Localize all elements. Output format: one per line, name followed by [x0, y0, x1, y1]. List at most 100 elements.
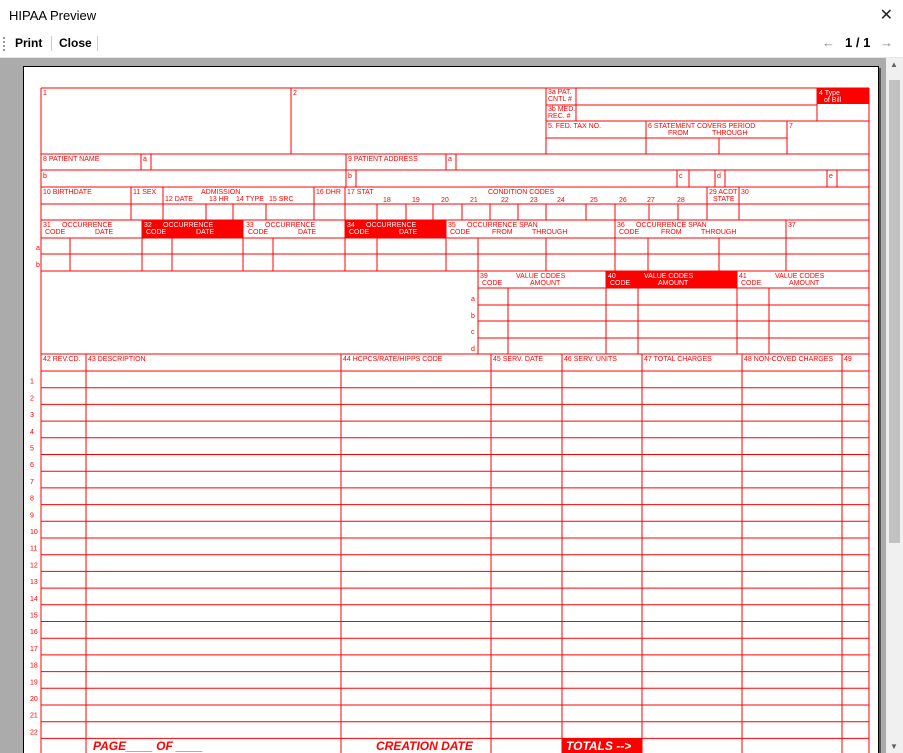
- condition-code-number: 19: [412, 197, 420, 204]
- condition-code-number: 20: [441, 197, 449, 204]
- form-label: 32: [144, 222, 152, 229]
- form-label: b: [348, 173, 352, 180]
- service-line-row-number: 1: [30, 379, 34, 386]
- value-code-row-letter: d: [471, 346, 475, 353]
- form-label: 10 BIRTHDATE: [43, 189, 92, 196]
- service-line-row-number: 3: [30, 412, 34, 419]
- close-button[interactable]: Close: [59, 36, 92, 50]
- service-line-row-number: 19: [30, 679, 38, 686]
- service-line-row-number: 10: [30, 529, 38, 536]
- service-line-header: 43 DESCRIPTION: [88, 356, 146, 363]
- form-label: STATE: [713, 196, 735, 203]
- service-line-row-number: 7: [30, 479, 34, 486]
- scroll-up-icon[interactable]: ▲: [890, 60, 898, 69]
- form-label: DATE: [298, 229, 316, 236]
- form-label: CODE: [450, 229, 471, 236]
- form-label: OCCURRENCE: [366, 222, 417, 229]
- condition-code-number: 18: [383, 197, 391, 204]
- form-label: 3b MED.: [548, 106, 575, 113]
- service-line-row-number: 22: [30, 729, 38, 736]
- ub04-form-page: 1 2 3a PAT. CNTL #3b MED. REC. #4 Type of Bil…: [23, 66, 879, 753]
- form-label: VALUE CODES: [775, 273, 825, 280]
- form-label: 15 SRC: [269, 196, 294, 203]
- form-label: 36: [617, 222, 625, 229]
- vertical-scrollbar[interactable]: ▲ ▼: [886, 58, 903, 753]
- scrollbar-thumb[interactable]: [889, 80, 900, 543]
- form-label: 39: [480, 273, 488, 280]
- form-label: 2: [293, 90, 297, 97]
- close-icon[interactable]: ✕: [880, 5, 893, 25]
- next-page-button[interactable]: →: [880, 35, 893, 50]
- form-label: VALUE CODES: [516, 273, 566, 280]
- service-line-header: 47 TOTAL CHARGES: [644, 356, 712, 363]
- toolbar-grip[interactable]: [3, 37, 5, 51]
- form-label: d: [717, 173, 721, 180]
- form-label: CODE: [610, 280, 631, 287]
- form-label: 41: [739, 273, 747, 280]
- form-label: CODE: [619, 229, 640, 236]
- form-label: AMOUNT: [658, 280, 689, 287]
- form-label: 3a PAT.: [548, 89, 572, 96]
- window-title-bar: HIPAA Preview ✕: [0, 0, 903, 31]
- service-line-row-number: 5: [30, 446, 34, 453]
- form-label: CODE: [482, 280, 503, 287]
- service-line-row-number: 18: [30, 663, 38, 670]
- form-label: 8 PATIENT NAME: [43, 156, 100, 163]
- form-label: FROM: [661, 229, 682, 236]
- service-line-header: 46 SERV. UNITS: [564, 356, 617, 363]
- form-label: 30: [741, 189, 749, 196]
- form-label: CODE: [45, 229, 66, 236]
- form-label: DATE: [196, 229, 214, 236]
- totals-label: TOTALS -->: [566, 739, 631, 753]
- condition-code-number: 23: [530, 197, 538, 204]
- condition-code-number: 25: [590, 197, 598, 204]
- preview-viewport[interactable]: 1 2 3a PAT. CNTL #3b MED. REC. #4 Type of Bil…: [0, 58, 886, 753]
- service-line-row-number: 13: [30, 579, 38, 586]
- form-label: CONDITION CODES: [488, 189, 554, 196]
- service-line-header: 44 HCPCS/RATE/HIPPS CODE: [343, 356, 443, 363]
- service-line-row-number: 2: [30, 395, 34, 402]
- form-label: a: [36, 245, 40, 252]
- form-label: REC. #: [548, 113, 571, 120]
- toolbar-separator: [97, 36, 98, 51]
- condition-code-number: 24: [557, 197, 565, 204]
- toolbar-separator: [51, 36, 52, 51]
- form-label: 17 STAT: [347, 189, 374, 196]
- page-of-label: PAGE____ OF ____: [93, 739, 203, 753]
- service-line-header: 45 SERV. DATE: [493, 356, 543, 363]
- condition-code-number: 22: [501, 197, 509, 204]
- form-label: 4 Type: [819, 90, 840, 97]
- form-label: VALUE CODES: [644, 273, 694, 280]
- service-line-row-number: 8: [30, 496, 34, 503]
- service-line-row-number: 15: [30, 613, 38, 620]
- service-line-row-number: 17: [30, 646, 38, 653]
- form-label: OCCURRENCE: [163, 222, 214, 229]
- form-label: 16 DHR: [316, 189, 341, 196]
- form-label: 14 TYPE: [236, 196, 264, 203]
- print-button[interactable]: Print: [15, 36, 42, 50]
- condition-code-number: 27: [647, 197, 655, 204]
- form-label: a: [143, 156, 147, 163]
- form-label: FROM: [668, 130, 689, 137]
- form-label: OCCURRENCE: [62, 222, 113, 229]
- form-label: AMOUNT: [789, 280, 820, 287]
- previous-page-button[interactable]: ←: [822, 35, 835, 50]
- form-label: 31: [43, 222, 51, 229]
- condition-code-number: 26: [619, 197, 627, 204]
- creation-date-label: CREATION DATE: [376, 739, 474, 753]
- form-label: 29 ACDT: [709, 189, 738, 196]
- service-line-row-number: 20: [30, 696, 38, 703]
- form-label: e: [829, 173, 833, 180]
- form-label: 35: [448, 222, 456, 229]
- value-code-row-letter: a: [471, 296, 475, 303]
- form-label: 12 DATE: [165, 196, 193, 203]
- scroll-down-icon[interactable]: ▼: [890, 742, 898, 751]
- form-label: OCCURRENCE SPAN: [636, 222, 707, 229]
- ub04-form: 1 2 3a PAT.CNTL #3b MED.REC. #4 Typeof Bil…: [30, 87, 870, 753]
- form-label: 6 STATEMENT COVERS PERIOD: [648, 123, 755, 130]
- condition-code-number: 28: [677, 197, 685, 204]
- window-title: HIPAA Preview: [9, 8, 97, 23]
- service-line-row-number: 4: [30, 429, 34, 436]
- service-line-row-number: 12: [30, 562, 38, 569]
- form-label: ADMISSION: [201, 189, 240, 196]
